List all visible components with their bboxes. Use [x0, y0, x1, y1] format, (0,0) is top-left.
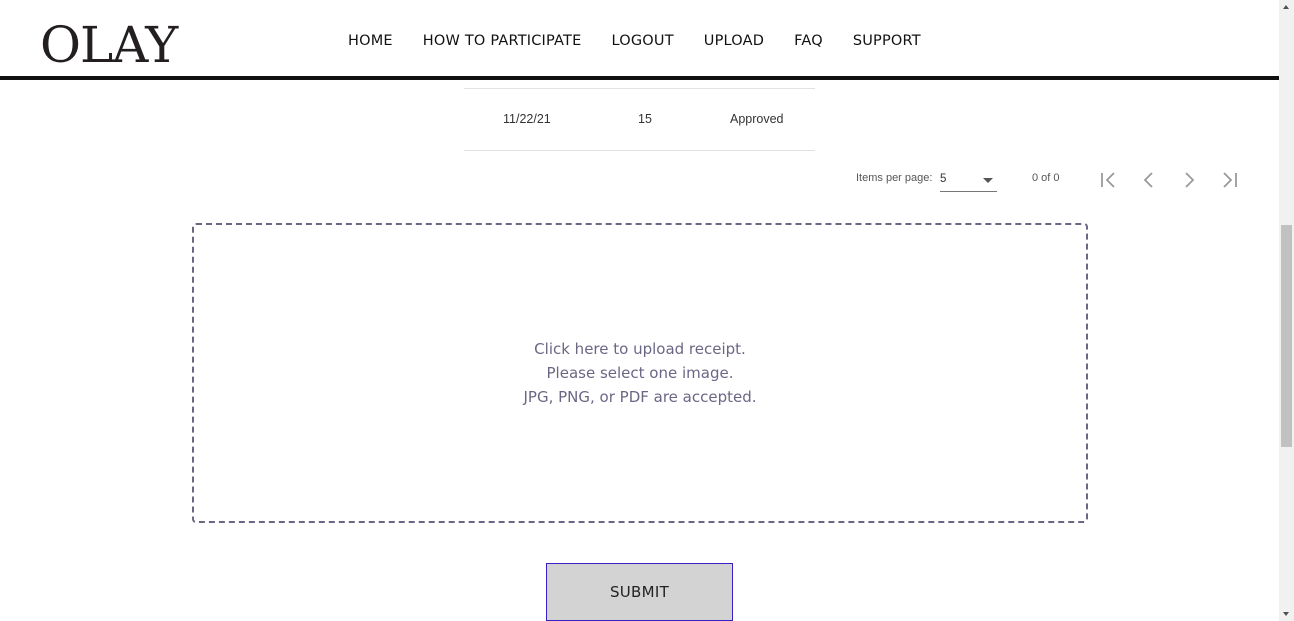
- upload-instruction-2: Please select one image.: [546, 364, 734, 382]
- row-status: Approved: [730, 112, 784, 126]
- page-scrollbar[interactable]: [1279, 0, 1294, 621]
- scroll-down-arrow-icon[interactable]: [1283, 612, 1289, 616]
- last-page-icon: [1223, 172, 1237, 188]
- scroll-thumb[interactable]: [1281, 225, 1292, 447]
- items-per-page-label: Items per page:: [856, 172, 933, 184]
- row-date: 11/22/21: [503, 112, 551, 126]
- first-page-icon: [1101, 172, 1115, 188]
- nav-upload[interactable]: UPLOAD: [704, 33, 764, 49]
- dropdown-caret-icon: [983, 178, 993, 183]
- first-page-button[interactable]: [1097, 168, 1121, 192]
- upload-instruction-3: JPG, PNG, or PDF are accepted.: [523, 388, 757, 406]
- paginator: Items per page: 5 0 of 0: [0, 166, 1279, 194]
- olay-logo[interactable]: OLAY: [40, 17, 178, 73]
- next-page-icon: [1185, 172, 1195, 188]
- nav-home[interactable]: HOME: [348, 33, 393, 49]
- items-per-page-select[interactable]: 5: [940, 170, 997, 192]
- upload-instruction-1: Click here to upload receipt.: [534, 340, 746, 358]
- page-range-label: 0 of 0: [1032, 172, 1060, 184]
- nav-logout[interactable]: LOGOUT: [611, 33, 673, 49]
- items-per-page-value: 5: [940, 173, 947, 185]
- next-page-button[interactable]: [1177, 168, 1201, 192]
- nav-support[interactable]: SUPPORT: [853, 33, 921, 49]
- scroll-up-arrow-icon[interactable]: [1283, 5, 1289, 9]
- row-quantity: 15: [638, 112, 652, 126]
- previous-page-button[interactable]: [1137, 168, 1161, 192]
- main-nav: HOME HOW TO PARTICIPATE LOGOUT UPLOAD FA…: [348, 33, 921, 49]
- previous-page-icon: [1143, 172, 1153, 188]
- submit-button[interactable]: SUBMIT: [546, 563, 733, 621]
- nav-how-to-participate[interactable]: HOW TO PARTICIPATE: [423, 33, 582, 49]
- last-page-button[interactable]: [1217, 168, 1241, 192]
- site-header: OLAY HOME HOW TO PARTICIPATE LOGOUT UPLO…: [0, 0, 1279, 80]
- table-row: 11/22/21 15 Approved: [464, 88, 815, 151]
- nav-faq[interactable]: FAQ: [794, 33, 823, 49]
- receipt-upload-dropzone[interactable]: Click here to upload receipt. Please sel…: [192, 223, 1088, 523]
